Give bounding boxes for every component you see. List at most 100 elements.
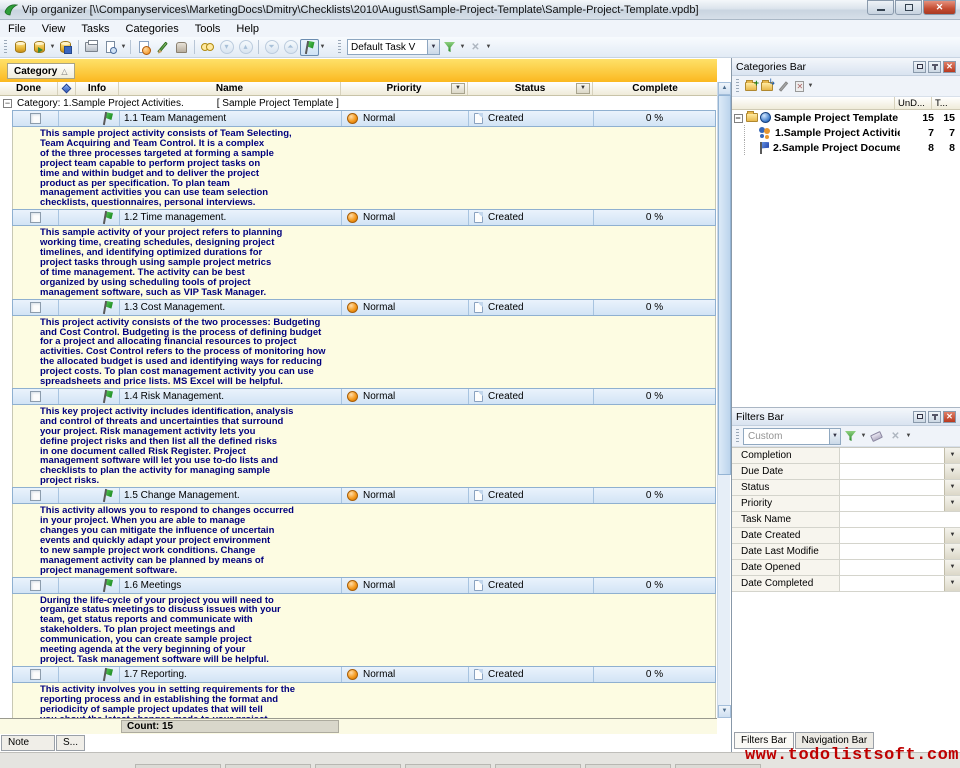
- done-checkbox[interactable]: [30, 391, 41, 402]
- task-complete-cell[interactable]: 0 %: [594, 210, 715, 225]
- task-row[interactable]: 1.6 Meetings Normal Created 0 %: [12, 577, 716, 594]
- filter-dropdown-button[interactable]: ▼: [944, 480, 960, 495]
- minimize-button[interactable]: [867, 0, 894, 15]
- remove-filter-button[interactable]: ✕: [886, 428, 905, 445]
- categories-toolbar-overflow-icon[interactable]: ▼: [807, 83, 814, 89]
- collapse-group-icon[interactable]: −: [3, 99, 12, 108]
- edit-category-button[interactable]: [775, 79, 791, 94]
- task-complete-cell[interactable]: 0 %: [594, 111, 715, 126]
- task-status-cell[interactable]: Created: [469, 667, 594, 682]
- tab-note[interactable]: Note: [1, 735, 55, 751]
- priority-filter-button[interactable]: ▼: [451, 83, 465, 94]
- column-total[interactable]: T...: [932, 97, 960, 109]
- flag-view-toggle[interactable]: [300, 39, 319, 56]
- close-panel-button[interactable]: ✕: [943, 61, 956, 73]
- task-description[interactable]: This project activity consists of the tw…: [12, 316, 716, 388]
- task-row[interactable]: 1.7 Reporting. Normal Created 0 %: [12, 666, 716, 683]
- filter-dropdown-button[interactable]: ▼: [944, 544, 960, 559]
- new-database-button[interactable]: [11, 39, 30, 56]
- task-status-cell[interactable]: Created: [469, 578, 594, 593]
- toolbar-grip[interactable]: [338, 40, 341, 54]
- column-done[interactable]: Done: [0, 82, 58, 95]
- done-checkbox[interactable]: [30, 302, 41, 313]
- flag-view-dropdown-icon[interactable]: ▼: [319, 44, 326, 50]
- tree-row-documents[interactable]: 2.Sample Project Documents. 8 8: [732, 140, 960, 155]
- tree-row-project[interactable]: − Sample Project Template 15 15: [732, 110, 960, 125]
- column-undone[interactable]: UnD...: [895, 97, 932, 109]
- task-status-cell[interactable]: Created: [469, 300, 594, 315]
- close-button[interactable]: ✕: [923, 0, 956, 15]
- column-info[interactable]: Info: [76, 82, 119, 95]
- task-complete-cell[interactable]: 0 %: [594, 667, 715, 682]
- new-subcategory-button[interactable]: [759, 79, 775, 94]
- save-database-button[interactable]: [56, 39, 75, 56]
- task-row[interactable]: 1.3 Cost Management. Normal Created 0 %: [12, 299, 716, 316]
- group-by-category-button[interactable]: Category △: [7, 63, 75, 79]
- task-name[interactable]: 1.6 Meetings: [120, 578, 342, 593]
- done-checkbox[interactable]: [30, 669, 41, 680]
- column-priority[interactable]: Priority ▼: [341, 82, 468, 95]
- move-to-top-button[interactable]: ⏶: [281, 39, 300, 56]
- task-priority-cell[interactable]: Normal: [342, 389, 469, 404]
- restore-panel-button[interactable]: [913, 411, 926, 423]
- filter-dropdown-button[interactable]: ▼: [944, 448, 960, 463]
- filter-value-field[interactable]: [840, 464, 944, 479]
- filter-value-field[interactable]: [840, 496, 944, 511]
- task-row[interactable]: 1.1 Team Management Normal Created 0 %: [12, 110, 716, 127]
- toolbar-grip[interactable]: [736, 79, 739, 93]
- task-complete-cell[interactable]: 0 %: [594, 578, 715, 593]
- category-group-row[interactable]: − Category: 1.Sample Project Activities.…: [0, 96, 717, 110]
- column-name[interactable]: Name: [119, 82, 341, 95]
- filter-dropdown-button[interactable]: ▼: [944, 464, 960, 479]
- delete-task-button[interactable]: [172, 39, 191, 56]
- task-priority-cell[interactable]: Normal: [342, 210, 469, 225]
- filter-value-field[interactable]: [840, 480, 944, 495]
- scrollbar-thumb[interactable]: [718, 95, 731, 475]
- task-status-cell[interactable]: Created: [469, 111, 594, 126]
- view-tasks-button[interactable]: [198, 39, 217, 56]
- status-filter-button[interactable]: ▼: [576, 83, 590, 94]
- task-row[interactable]: 1.2 Time management. Normal Created 0 %: [12, 209, 716, 226]
- task-view-dropdown-icon[interactable]: ▼: [427, 40, 439, 54]
- task-description[interactable]: This sample project activity consists of…: [12, 127, 716, 209]
- menu-tools[interactable]: Tools: [187, 21, 229, 37]
- edit-task-button[interactable]: [153, 39, 172, 56]
- delete-category-button[interactable]: [791, 79, 807, 94]
- tree-row-activities[interactable]: 1.Sample Project Activities. 7 7: [732, 125, 960, 140]
- menu-categories[interactable]: Categories: [118, 21, 187, 37]
- restore-panel-button[interactable]: [913, 61, 926, 73]
- done-checkbox[interactable]: [30, 580, 41, 591]
- filter-value-field[interactable]: [840, 528, 944, 543]
- toolbar-grip[interactable]: [736, 429, 739, 443]
- task-name[interactable]: 1.2 Time management.: [120, 210, 342, 225]
- clear-task-view-button[interactable]: ✕: [466, 39, 485, 56]
- new-category-button[interactable]: [743, 79, 759, 94]
- tab-subtasks[interactable]: S...: [56, 735, 85, 751]
- apply-task-view-button[interactable]: [440, 39, 459, 56]
- task-row[interactable]: 1.4 Risk Management. Normal Created 0 %: [12, 388, 716, 405]
- toolbar-grip[interactable]: [4, 40, 7, 54]
- menu-help[interactable]: Help: [228, 21, 267, 37]
- task-priority-cell[interactable]: Normal: [342, 578, 469, 593]
- filters-toolbar-overflow-icon[interactable]: ▼: [905, 433, 912, 439]
- task-description[interactable]: This sample activity of your project ref…: [12, 226, 716, 298]
- task-priority-cell[interactable]: Normal: [342, 111, 469, 126]
- task-complete-cell[interactable]: 0 %: [594, 488, 715, 503]
- task-complete-cell[interactable]: 0 %: [594, 389, 715, 404]
- apply-filter-button[interactable]: [841, 428, 860, 445]
- done-checkbox[interactable]: [30, 212, 41, 223]
- task-description[interactable]: This activity allows you to respond to c…: [12, 504, 716, 576]
- print-button[interactable]: [82, 39, 101, 56]
- filter-value-field[interactable]: [840, 448, 944, 463]
- pin-panel-button[interactable]: [928, 61, 941, 73]
- pin-panel-button[interactable]: [928, 411, 941, 423]
- task-name[interactable]: 1.4 Risk Management.: [120, 389, 342, 404]
- done-checkbox[interactable]: [30, 490, 41, 501]
- move-to-bottom-button[interactable]: ⏷: [262, 39, 281, 56]
- print-dropdown-icon[interactable]: ▼: [120, 44, 127, 50]
- toolbar-overflow-icon[interactable]: ▼: [485, 44, 492, 50]
- task-description[interactable]: This key project activity includes ident…: [12, 405, 716, 487]
- task-status-cell[interactable]: Created: [469, 488, 594, 503]
- menu-tasks[interactable]: Tasks: [73, 21, 117, 37]
- task-name[interactable]: 1.3 Cost Management.: [120, 300, 342, 315]
